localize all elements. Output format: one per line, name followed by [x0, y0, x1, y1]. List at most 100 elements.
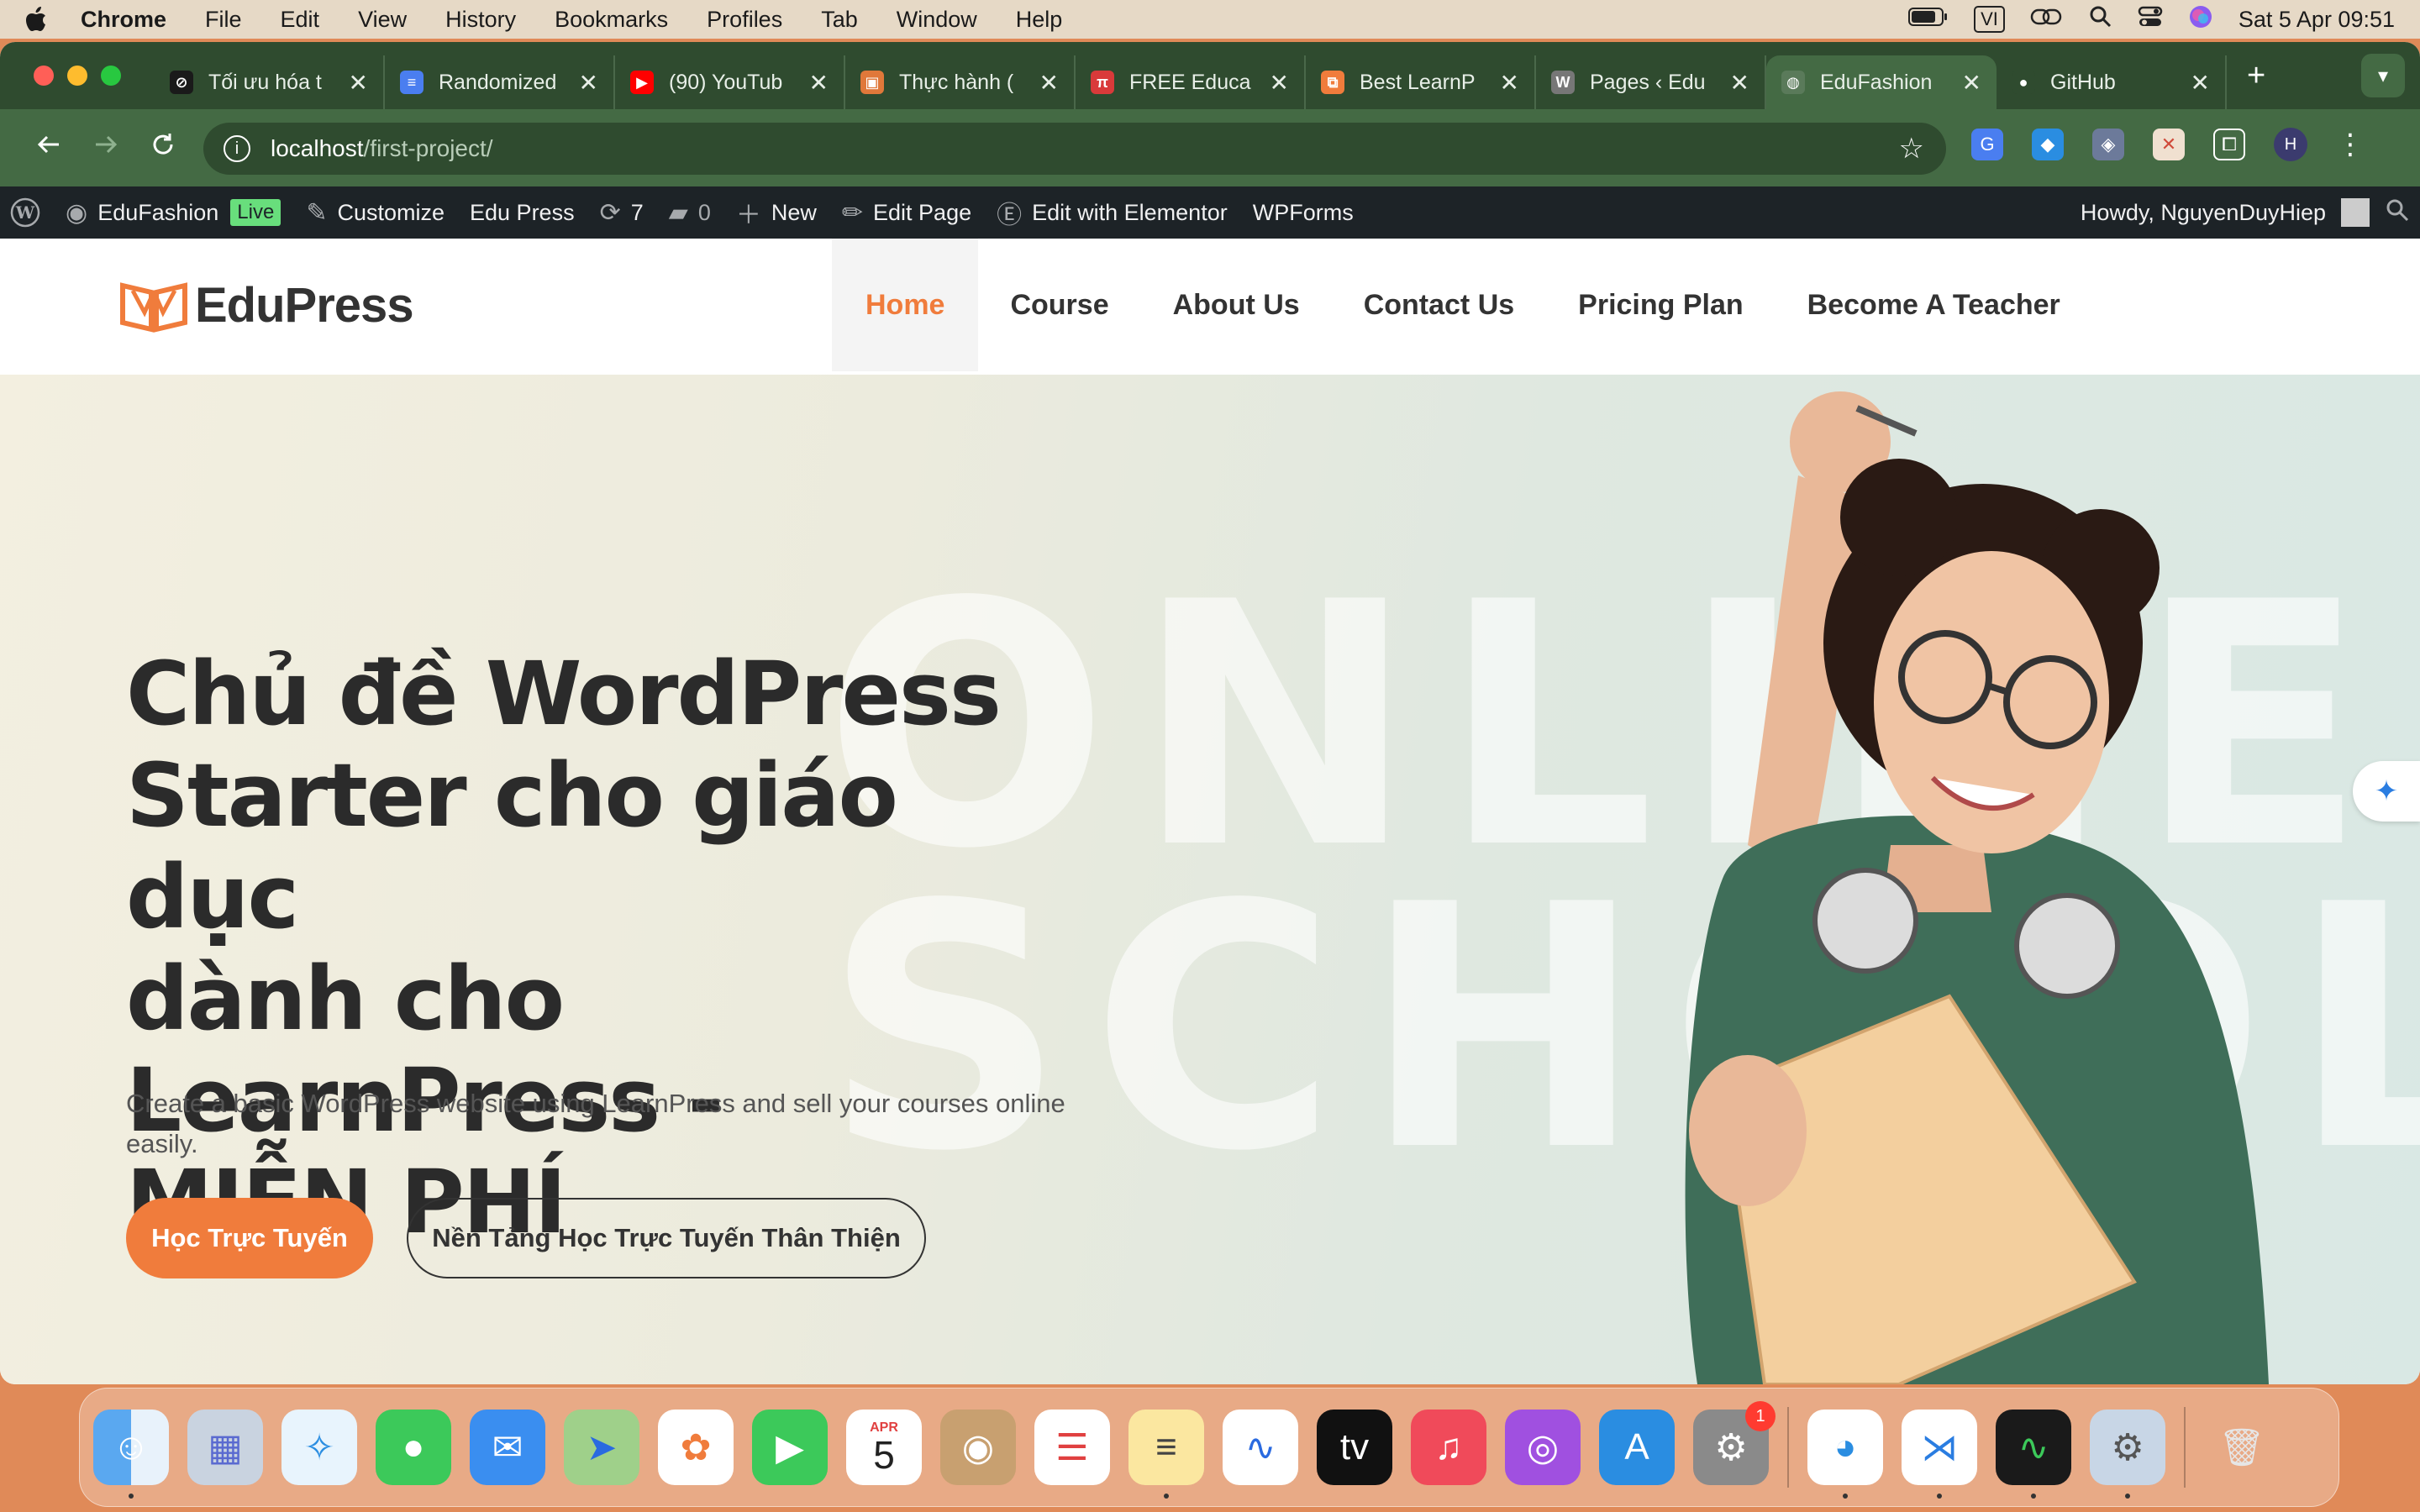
- updates-link[interactable]: ⟳ 7: [600, 198, 644, 228]
- nav-become-a-teacher[interactable]: Become A Teacher: [1776, 239, 2092, 371]
- vscode-icon[interactable]: ⋊: [1902, 1410, 1977, 1499]
- menu-app-name[interactable]: Chrome: [81, 7, 166, 33]
- shield-extension-icon[interactable]: ◈: [2092, 129, 2124, 160]
- control-center-icon[interactable]: [2138, 5, 2163, 34]
- kebab-menu-icon[interactable]: ⋮: [2336, 128, 2365, 161]
- admin-search-icon[interactable]: [2385, 197, 2410, 228]
- tab-close-icon[interactable]: ✕: [349, 69, 368, 97]
- app-store-icon[interactable]: A: [1599, 1410, 1675, 1485]
- learn-online-button[interactable]: Học Trực Tuyến: [126, 1198, 373, 1278]
- battery-icon[interactable]: [1908, 7, 1949, 33]
- translate-extension-icon[interactable]: G: [1971, 129, 2003, 160]
- maps-icon[interactable]: ➤: [564, 1410, 639, 1485]
- browser-tab[interactable]: ◍ EduFashion ✕: [1766, 55, 1996, 109]
- zoom-window-button[interactable]: [101, 66, 121, 86]
- chrome-icon[interactable]: ◕: [1807, 1410, 1883, 1499]
- menu-view[interactable]: View: [358, 7, 407, 33]
- user-avatar[interactable]: [2341, 198, 2370, 227]
- nav-course[interactable]: Course: [978, 239, 1140, 371]
- browser-tab[interactable]: ● GitHub ✕: [1996, 55, 2227, 109]
- droplet-extension-icon[interactable]: ◆: [2032, 129, 2064, 160]
- new-content-link[interactable]: ＋ New: [736, 194, 817, 231]
- finder-icon[interactable]: ☺: [93, 1410, 169, 1499]
- browser-tab[interactable]: ▶ (90) YouTub ✕: [615, 55, 845, 109]
- wordpress-logo-icon[interactable]: W: [10, 197, 40, 228]
- calendar-icon[interactable]: APR 5: [846, 1410, 922, 1485]
- tab-close-icon[interactable]: ✕: [1962, 69, 1981, 97]
- browser-tab[interactable]: W Pages ‹ Edu ✕: [1536, 55, 1766, 109]
- back-button[interactable]: [25, 130, 72, 165]
- menu-clock[interactable]: Sat 5 Apr 09:51: [2238, 7, 2395, 33]
- contacts-icon[interactable]: ◉: [940, 1410, 1016, 1485]
- tab-search-button[interactable]: ▾: [2361, 54, 2405, 97]
- browser-tab[interactable]: ≡ Randomized ✕: [385, 55, 615, 109]
- nav-pricing-plan[interactable]: Pricing Plan: [1546, 239, 1776, 371]
- music-icon[interactable]: ♫: [1411, 1410, 1486, 1485]
- menu-window[interactable]: Window: [897, 7, 977, 33]
- photos-icon[interactable]: ✿: [658, 1410, 734, 1485]
- menu-help[interactable]: Help: [1016, 7, 1063, 33]
- address-bar[interactable]: i localhost/first-project/ ☆: [203, 123, 1946, 175]
- browser-tab[interactable]: ▣ Thực hành (✕: [845, 55, 1076, 109]
- tab-close-icon[interactable]: ✕: [809, 69, 829, 97]
- minimize-window-button[interactable]: [67, 66, 87, 86]
- close-window-button[interactable]: [34, 66, 54, 86]
- menu-history[interactable]: History: [445, 7, 516, 33]
- menu-edit[interactable]: Edit: [281, 7, 320, 33]
- tab-close-icon[interactable]: ✕: [1730, 69, 1749, 97]
- sparkle-assistant-icon[interactable]: ✦: [2353, 761, 2420, 822]
- wpforms-link[interactable]: WPForms: [1253, 200, 1354, 226]
- safari-icon[interactable]: ✧: [281, 1410, 357, 1485]
- tab-close-icon[interactable]: ✕: [579, 69, 598, 97]
- freeform-icon[interactable]: ∿: [1223, 1410, 1298, 1485]
- pdf-extension-icon[interactable]: ✕: [2153, 129, 2185, 160]
- bookmark-star-icon[interactable]: ☆: [1899, 132, 1924, 165]
- nav-contact-us[interactable]: Contact Us: [1332, 239, 1546, 371]
- browser-tab[interactable]: ⊘ Tối ưu hóa t ✕: [155, 55, 385, 109]
- browser-tab[interactable]: ⧉ Best LearnP ✕: [1306, 55, 1536, 109]
- elementor-link[interactable]: Ⓔ Edit with Elementor: [997, 194, 1228, 231]
- notes-icon[interactable]: ≡: [1128, 1410, 1204, 1499]
- admin-site-menu[interactable]: ◉ EduFashion Live: [66, 198, 281, 228]
- apple-icon[interactable]: [25, 7, 47, 32]
- platform-button[interactable]: Nền Tảng Học Trực Tuyến Thân Thiện: [407, 1198, 926, 1278]
- mail-icon[interactable]: ✉: [470, 1410, 545, 1485]
- site-logo[interactable]: EduPress: [119, 277, 414, 333]
- messages-icon[interactable]: ●: [376, 1410, 451, 1485]
- puzzle-extensions-icon[interactable]: ⧠: [2213, 129, 2245, 160]
- tab-close-icon[interactable]: ✕: [1500, 69, 1519, 97]
- nav-home[interactable]: Home: [832, 239, 979, 371]
- customize-link[interactable]: ✎ Customize: [306, 198, 445, 228]
- new-tab-button[interactable]: +: [2247, 58, 2265, 94]
- screen-mirroring-icon[interactable]: [2030, 5, 2064, 34]
- site-info-icon[interactable]: i: [224, 135, 250, 162]
- menu-tab[interactable]: Tab: [821, 7, 858, 33]
- facetime-icon[interactable]: ▶: [752, 1410, 828, 1485]
- reload-button[interactable]: [139, 130, 187, 165]
- podcasts-icon[interactable]: ◎: [1505, 1410, 1581, 1485]
- tab-close-icon[interactable]: ✕: [1039, 69, 1059, 97]
- input-source-indicator[interactable]: VI: [1974, 6, 2005, 33]
- howdy-account-link[interactable]: Howdy, NguyenDuyHiep: [2081, 200, 2326, 226]
- menu-file[interactable]: File: [205, 7, 242, 33]
- edit-page-link[interactable]: ✏ Edit Page: [842, 198, 971, 228]
- siri-icon[interactable]: [2188, 4, 2213, 35]
- system-settings-icon[interactable]: ⚙ 1: [1693, 1401, 1776, 1485]
- profile-avatar[interactable]: H: [2274, 128, 2307, 161]
- comments-link[interactable]: ▰ 0: [669, 198, 711, 228]
- theme-link[interactable]: Edu Press: [470, 200, 575, 226]
- browser-tab[interactable]: π FREE Educa ✕: [1076, 55, 1306, 109]
- system-preferences-icon[interactable]: ⚙: [2090, 1410, 2165, 1499]
- menu-bookmarks[interactable]: Bookmarks: [555, 7, 668, 33]
- apple-tv-icon[interactable]: tv: [1317, 1410, 1392, 1485]
- reminders-icon[interactable]: ☰: [1034, 1410, 1110, 1485]
- activity-monitor-icon[interactable]: ∿: [1996, 1410, 2071, 1499]
- forward-button[interactable]: [82, 130, 129, 165]
- nav-about-us[interactable]: About Us: [1141, 239, 1332, 371]
- spotlight-search-icon[interactable]: [2089, 5, 2112, 34]
- menu-profiles[interactable]: Profiles: [707, 7, 782, 33]
- tab-close-icon[interactable]: ✕: [2191, 69, 2210, 97]
- launchpad-icon[interactable]: ▦: [187, 1410, 263, 1485]
- trash-icon[interactable]: 🗑: [2204, 1410, 2280, 1485]
- tab-close-icon[interactable]: ✕: [1270, 69, 1289, 97]
